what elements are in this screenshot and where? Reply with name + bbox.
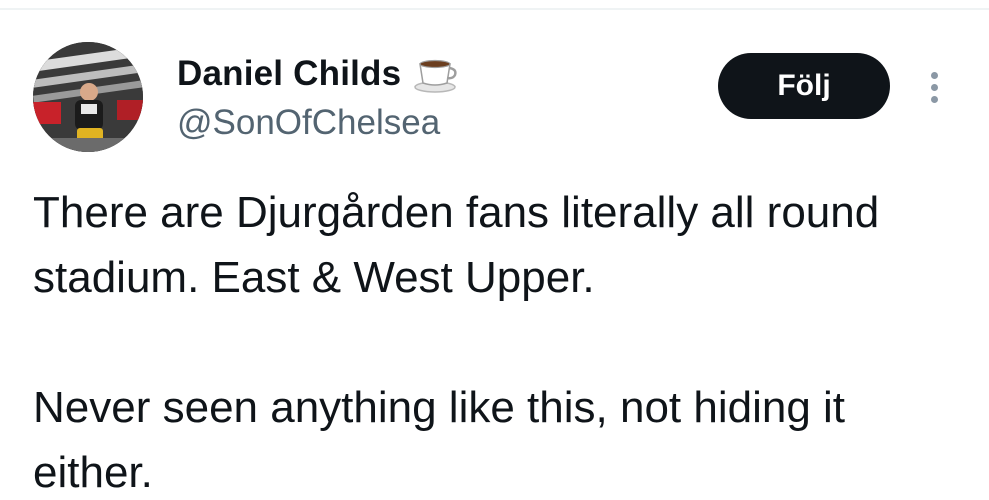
tweet-paragraph: Never seen anything like this, not hidin… (33, 383, 846, 497)
more-options-button[interactable] (918, 64, 950, 110)
follow-button[interactable]: Följ (718, 53, 890, 119)
more-vertical-icon-dot-3 (930, 95, 938, 103)
tweet-text: There are Djurgården fans literally all … (33, 180, 973, 500)
coffee-cup-icon (413, 54, 459, 94)
author-display-name[interactable]: Daniel Childs (177, 54, 401, 94)
top-divider (0, 8, 989, 10)
tweet-paragraph: There are Djurgården fans literally all … (33, 188, 880, 302)
author-handle[interactable]: @SonOfChelsea (177, 103, 440, 143)
more-vertical-icon-dot-2 (930, 83, 938, 91)
author-name-row: Daniel Childs (177, 52, 459, 96)
avatar[interactable] (33, 42, 143, 152)
more-vertical-icon (930, 71, 938, 79)
